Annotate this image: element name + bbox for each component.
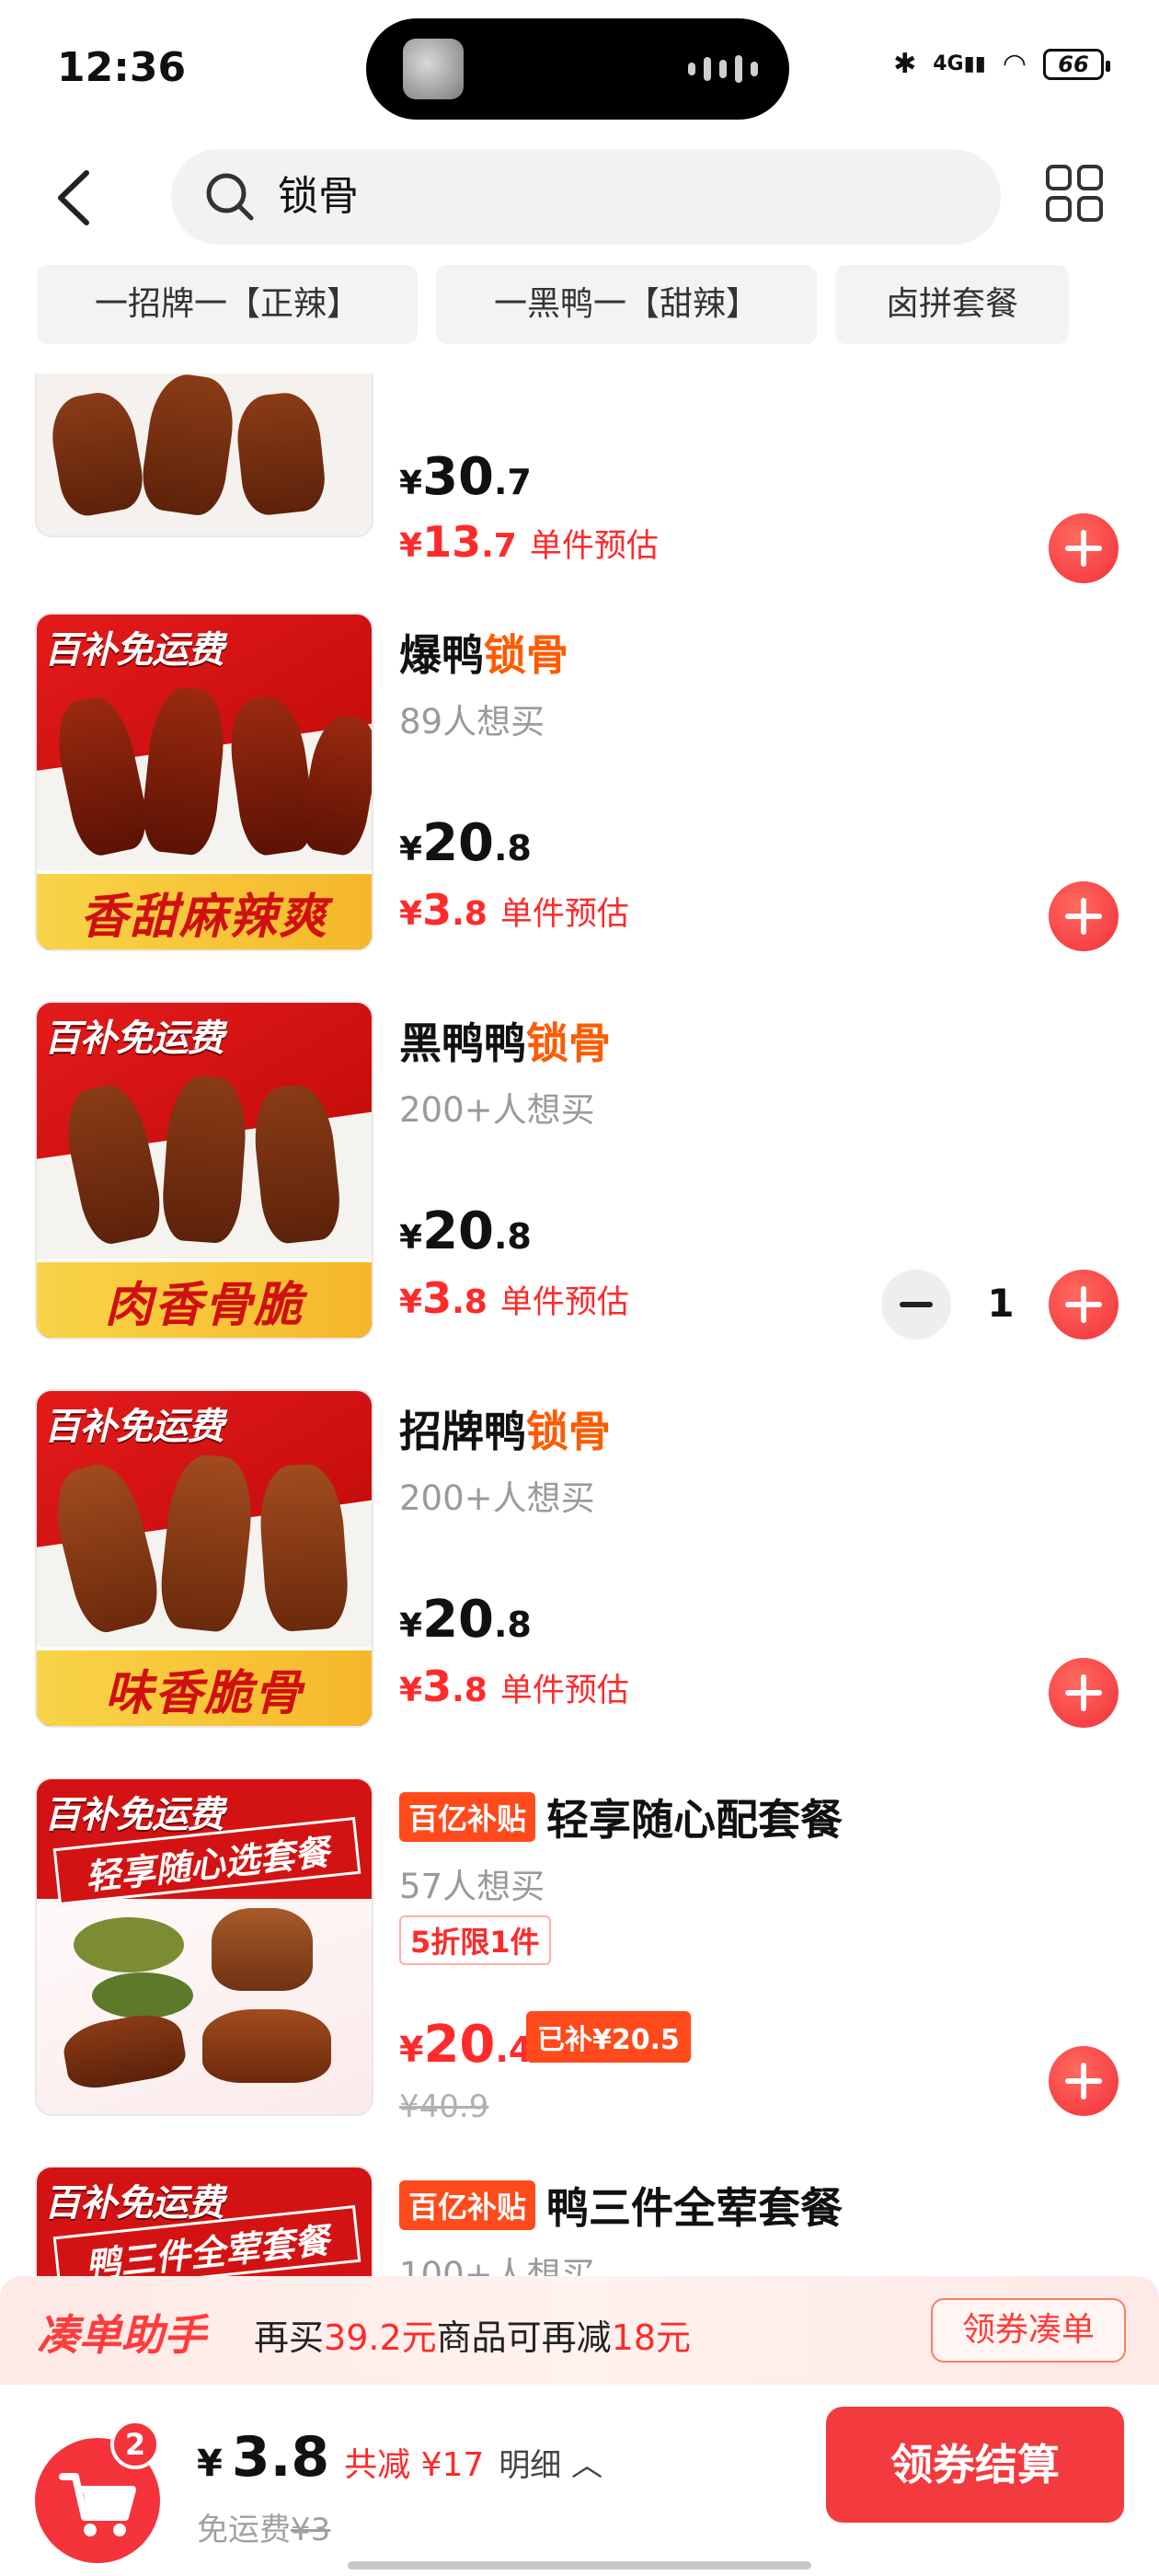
coupon-add-on-button[interactable]: 领券凑单 bbox=[931, 2298, 1126, 2363]
search-icon bbox=[206, 173, 254, 221]
add-to-cart-button[interactable] bbox=[1049, 881, 1119, 951]
category-tabs: 一招牌一【正辣】 一黑鸭一【甜辣】 卤拼套餐 bbox=[37, 265, 1069, 344]
product-item[interactable]: 百补免运费 轻享随心选套餐 百亿补贴 轻享随心配套餐 57人想买 5折限1件 ¥… bbox=[0, 1777, 1159, 2166]
estimated-price: ¥3.8 单件预估 bbox=[399, 1662, 629, 1711]
subsidy-tag: 百亿补贴 bbox=[399, 2180, 536, 2230]
product-item[interactable]: 百补免运费 香甜麻辣爽 爆鸭锁骨 89人想买 ¥20.8 ¥3.8 单件预估 bbox=[0, 613, 1159, 1001]
free-shipping-badge: 百补免运费 bbox=[44, 1406, 224, 1448]
dynamic-island bbox=[366, 18, 789, 120]
free-shipping-badge: 百补免运费 bbox=[44, 1018, 224, 1060]
price-detail-toggle[interactable]: 明细 ︿ bbox=[499, 2440, 602, 2485]
add-to-cart-button[interactable] bbox=[1049, 2046, 1119, 2116]
product-price: ¥20.8 bbox=[399, 1202, 532, 1261]
product-name: 黑鸭鸭锁骨 bbox=[399, 1018, 611, 1068]
product-item[interactable]: 百补免运费 肉香骨脆 黑鸭鸭锁骨 200+人想买 ¥20.8 ¥3.8 单件预估 … bbox=[0, 1001, 1159, 1389]
original-price: ¥40.9 bbox=[399, 2088, 489, 2125]
back-arrow-icon[interactable] bbox=[48, 166, 103, 230]
grid-view-icon[interactable] bbox=[1045, 164, 1104, 223]
want-count: 89人想买 bbox=[399, 702, 545, 742]
checkout-button[interactable]: 领券结算 bbox=[826, 2407, 1124, 2523]
want-count: 200+人想买 bbox=[399, 1478, 595, 1518]
wifi-icon: ◠ bbox=[1002, 48, 1027, 80]
network-icon: 4G▮▮ bbox=[933, 52, 986, 75]
battery-level: 66 bbox=[1058, 51, 1089, 77]
tab-black-duck[interactable]: 一黑鸭一【甜辣】 bbox=[436, 265, 817, 344]
product-item[interactable]: 百补免运费 味香脆骨 招牌鸭锁骨 200+人想买 ¥20.8 ¥3.8 单件预估 bbox=[0, 1389, 1159, 1777]
total-discount: 共减 ¥17 bbox=[344, 2446, 485, 2484]
search-input[interactable] bbox=[276, 149, 920, 245]
product-item[interactable]: ¥30.7 ¥13.7 单件预估 bbox=[0, 374, 1159, 587]
order-helper-bar: 凑单助手 再买39.2元商品可再减18元 领券凑单 bbox=[0, 2276, 1159, 2385]
want-count: 200+人想买 bbox=[399, 1090, 595, 1130]
audio-wave-icon bbox=[688, 55, 758, 83]
order-total: ¥3.8 共减 ¥17 明细 ︿ bbox=[197, 2425, 603, 2490]
search-bar[interactable] bbox=[171, 149, 1001, 245]
want-count: 100+人想买 bbox=[399, 2255, 595, 2276]
free-shipping-badge: 百补免运费 bbox=[44, 629, 224, 672]
product-price: ¥20.8 bbox=[399, 1590, 532, 1650]
product-image: 百补免运费 鸭三件全荤套餐 bbox=[35, 2166, 373, 2276]
product-image: 百补免运费 味香脆骨 bbox=[35, 1389, 373, 1728]
helper-text: 再买39.2元商品可再减18元 bbox=[254, 2317, 692, 2358]
tab-combo[interactable]: 卤拼套餐 bbox=[835, 265, 1069, 344]
cart-count-badge: 2 bbox=[110, 2420, 160, 2469]
subsidy-amount-tag: 已补¥20.5 bbox=[526, 2011, 691, 2063]
product-price: ¥30.7 bbox=[399, 447, 532, 507]
product-image: 百补免运费 肉香骨脆 bbox=[35, 1001, 373, 1340]
battery-icon: 66 bbox=[1043, 48, 1110, 80]
quantity-value: 1 bbox=[987, 1281, 1015, 1326]
product-item[interactable]: 百补免运费 鸭三件全荤套餐 百亿补贴 鸭三件全荤套餐 100+人想买 bbox=[0, 2166, 1159, 2276]
add-to-cart-button[interactable] bbox=[1049, 1270, 1119, 1340]
free-shipping-badge: 百补免运费 bbox=[44, 2182, 224, 2225]
checkout-bar: 2 ¥3.8 共减 ¥17 明细 ︿ 免运费¥3 领券结算 bbox=[0, 2385, 1159, 2576]
estimated-price: ¥3.8 单件预估 bbox=[399, 885, 629, 935]
island-thumbnail bbox=[403, 39, 464, 99]
helper-title: 凑单助手 bbox=[37, 2310, 206, 2360]
subsidy-tag: 百亿补贴 bbox=[399, 1792, 536, 1842]
product-image bbox=[35, 374, 373, 537]
system-icons: ✱ 4G▮▮ ◠ 66 bbox=[893, 48, 1110, 80]
want-count: 57人想买 bbox=[399, 1867, 545, 1906]
product-list[interactable]: ¥30.7 ¥13.7 单件预估 百补免运费 香甜麻辣爽 爆鸭锁骨 89人想买 ¥… bbox=[0, 374, 1159, 2276]
decrease-quantity-button[interactable] bbox=[881, 1270, 951, 1340]
image-banner: 味香脆骨 bbox=[37, 1647, 372, 1726]
image-banner: 香甜麻辣爽 bbox=[37, 870, 372, 949]
product-price: ¥20.4 bbox=[399, 2015, 534, 2075]
shipping-fee: 免运费¥3 bbox=[197, 2512, 331, 2548]
image-banner: 肉香骨脆 bbox=[37, 1259, 372, 1338]
product-image: 百补免运费 轻享随心选套餐 bbox=[35, 1777, 373, 2116]
add-to-cart-button[interactable] bbox=[1049, 1658, 1119, 1728]
home-indicator bbox=[348, 2561, 811, 2570]
estimated-price: ¥13.7 单件预估 bbox=[399, 517, 659, 567]
bluetooth-icon: ✱ bbox=[893, 48, 917, 80]
product-name: 爆鸭锁骨 bbox=[399, 630, 568, 680]
product-image: 百补免运费 香甜麻辣爽 bbox=[35, 613, 373, 951]
free-shipping-badge: 百补免运费 bbox=[44, 1794, 224, 1836]
status-bar: 12:36 ✱ 4G▮▮ ◠ 66 bbox=[0, 0, 1159, 138]
discount-limit-tag: 5折限1件 bbox=[399, 1915, 551, 1965]
product-name: 百亿补贴 鸭三件全荤套餐 bbox=[399, 2175, 843, 2236]
estimated-price: ¥3.8 单件预估 bbox=[399, 1273, 629, 1323]
search-header bbox=[0, 138, 1159, 258]
product-name: 百亿补贴 轻享随心配套餐 bbox=[399, 1787, 843, 1847]
status-time: 12:36 bbox=[57, 44, 187, 91]
product-name: 招牌鸭锁骨 bbox=[399, 1407, 611, 1456]
tab-signature[interactable]: 一招牌一【正辣】 bbox=[37, 265, 418, 344]
product-price: ¥20.8 bbox=[399, 813, 532, 873]
add-to-cart-button[interactable] bbox=[1049, 513, 1119, 583]
